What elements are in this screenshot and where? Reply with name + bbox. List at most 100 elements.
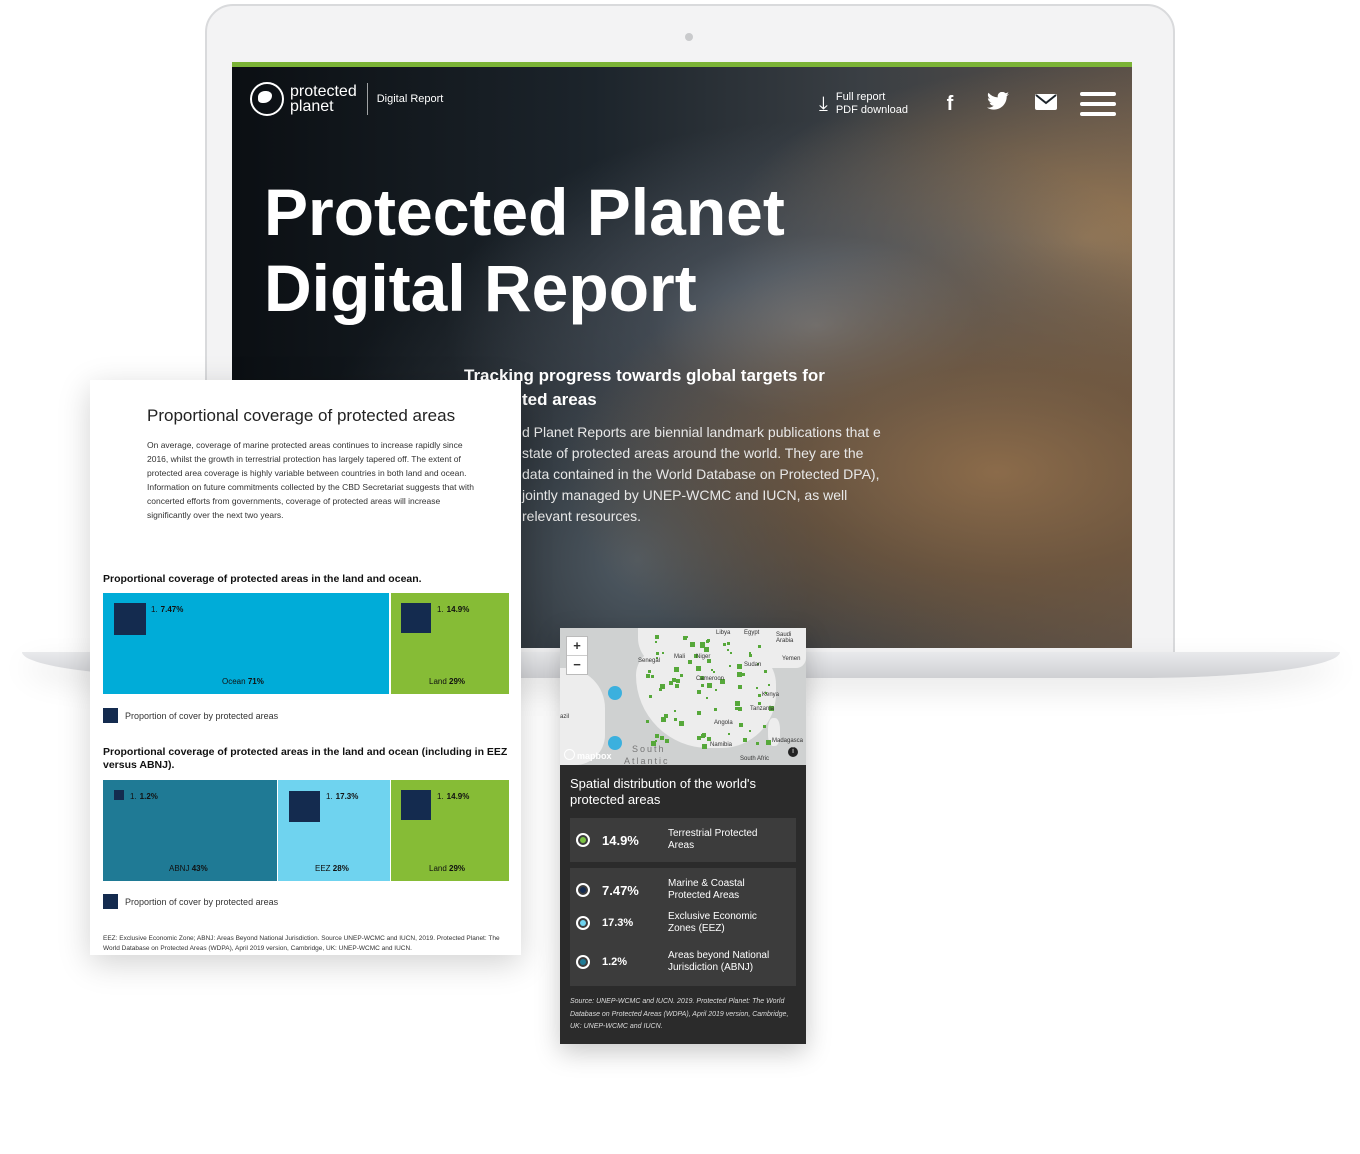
protected-area-dot (655, 651, 659, 655)
hero-title: Protected Planet Digital Report (264, 174, 785, 326)
protected-area-dot (738, 706, 743, 711)
legend-label: Proportion of cover by protected areas (125, 710, 279, 721)
map-label: Tanzania (750, 706, 775, 712)
report-page-card: Proportional coverage of protected areas… (90, 380, 521, 955)
ocean-label-atlantic: Atlantic (624, 756, 670, 765)
marine-area-dot (608, 736, 622, 750)
protected-area-dot (748, 729, 751, 732)
protected-area-dot (651, 675, 655, 679)
accent-bar (232, 62, 1132, 67)
protected-area-dot (664, 738, 669, 743)
marine-marker-icon (576, 883, 590, 897)
map-label: South Afric (740, 756, 770, 762)
protected-area-dot (672, 677, 675, 680)
protected-area-dot (660, 716, 666, 722)
tile-eez: 1. 17.3% EEZ 28% (278, 780, 390, 881)
protected-area-dot (715, 689, 718, 692)
protected-area-dot (729, 652, 732, 655)
map-label: Cameroon (696, 676, 725, 682)
chart-2-legend: Proportion of cover by protected areas (103, 894, 278, 909)
protected-area-dot (696, 711, 701, 716)
marine-area-dot (608, 686, 622, 700)
protected-area-dot (674, 718, 678, 722)
facebook-icon[interactable]: f (938, 93, 962, 116)
protected-area-dot (758, 693, 762, 697)
pdf-download-link[interactable]: ⤓ Full report PDF download (819, 91, 908, 117)
treemap-chart-2: 1. 1.2% ABNJ 43% 1. 17.3% EEZ 28% 1. 14.9% … (103, 780, 509, 881)
protected-area-dot (755, 742, 759, 746)
map-label: Mali (674, 654, 686, 660)
treemap-chart-1: 1. 7.47% Ocean 71% 1. 14.9% Land 29% (103, 593, 509, 694)
tile-value-eez: 1. 17.3% (326, 792, 359, 801)
mapbox-logo[interactable]: mapbox (564, 749, 612, 761)
protected-area-dot (706, 683, 712, 689)
top-nav: ⤓ Full report PDF download f (819, 86, 1116, 122)
stat-row-marine: 7.47% Marine & Coastal Protected Areas (570, 872, 796, 908)
report-footnote: EEZ: Exclusive Economic Zone; ABNJ: Area… (103, 935, 500, 952)
stat-label: Terrestrial Protected Areas (668, 828, 758, 851)
info-icon[interactable]: i (788, 747, 798, 757)
protected-area-dot (763, 725, 767, 729)
map-label: Niger (696, 654, 711, 660)
stat-box-marine: 7.47% Marine & Coastal Protected Areas 1… (570, 868, 796, 986)
protected-area-dot (678, 721, 684, 727)
map-source-note: Source: UNEP-WCMC and IUCN. 2019. Protec… (570, 998, 789, 1030)
protected-square-abnj (114, 790, 124, 800)
protected-area-dot (713, 670, 716, 673)
site-logo[interactable]: protected planet Digital Report (250, 82, 443, 116)
legend-swatch (103, 708, 118, 723)
interactive-map[interactable]: Libya Egypt Saudi Arabia Senegal Mali Ni… (560, 628, 806, 765)
protected-area-dot (714, 708, 718, 712)
chart-1-title: Proportional coverage of protected areas… (103, 573, 422, 585)
protected-area-dot (696, 665, 702, 671)
report-page-title: Proportional coverage of protected areas (147, 406, 456, 425)
mail-icon[interactable] (1034, 93, 1058, 116)
hero-title-line-2: Digital Report (264, 251, 697, 325)
protected-area-dot (755, 687, 758, 690)
protected-area-dot (697, 735, 702, 740)
ocean-label-south: South (632, 744, 666, 754)
protected-area-dot (675, 683, 680, 688)
logo-line-2: planet (290, 98, 334, 115)
protected-area-dot (689, 641, 695, 647)
zoom-in-button[interactable]: + (567, 637, 587, 656)
protected-area-dot (679, 673, 683, 677)
twitter-icon[interactable] (986, 91, 1010, 116)
protected-area-dot (764, 670, 768, 674)
map-label: Senegal (638, 658, 661, 664)
zoom-out-button[interactable]: − (567, 656, 587, 674)
protected-area-dot (758, 701, 762, 705)
protected-area-dot (701, 683, 705, 687)
hero-subtitle: Tracking progress towards global targets… (464, 364, 844, 412)
chart-2-title: Proportional coverage of protected areas… (103, 746, 508, 771)
map-label: azil (560, 714, 570, 720)
stat-label: Exclusive Economic Zones (EEZ) (668, 911, 757, 934)
tile-label-land-2: Land 29% (429, 864, 466, 873)
protected-area-dot (648, 670, 651, 674)
protected-area-dot (706, 697, 709, 700)
logo-divider (366, 83, 368, 115)
eez-marker-icon (576, 916, 590, 930)
download-icon: ⤓ (819, 92, 828, 115)
protected-area-dot (655, 635, 660, 640)
protected-area-dot (768, 684, 771, 687)
report-paragraph: On average, coverage of marine protected… (147, 440, 474, 520)
laptop-camera (685, 33, 693, 41)
stat-row-terrestrial: 14.9% Terrestrial Protected Areas (570, 818, 796, 862)
tile-land: 1. 14.9% Land 29% (391, 593, 509, 694)
protected-area-dot (710, 669, 713, 672)
protected-area-dot (706, 640, 710, 644)
hero-subtitle-line-1: Tracking progress towards global targets… (464, 366, 825, 385)
stat-row-abnj: 1.2% Areas beyond National Jurisdiction … (570, 940, 796, 984)
protected-area-dot (655, 640, 658, 643)
hamburger-menu-icon[interactable] (1080, 86, 1116, 122)
logo-wordmark: protected planet (290, 84, 357, 115)
stat-box-terrestrial: 14.9% Terrestrial Protected Areas (570, 818, 796, 862)
stat-value: 17.3% (602, 917, 634, 929)
protected-area-dot (734, 706, 738, 710)
stat-value: 14.9% (602, 832, 639, 848)
terrestrial-marker-icon (576, 833, 590, 847)
protected-area-dot (700, 641, 706, 647)
protected-area-dot (648, 694, 652, 698)
protected-square-eez (289, 791, 320, 822)
